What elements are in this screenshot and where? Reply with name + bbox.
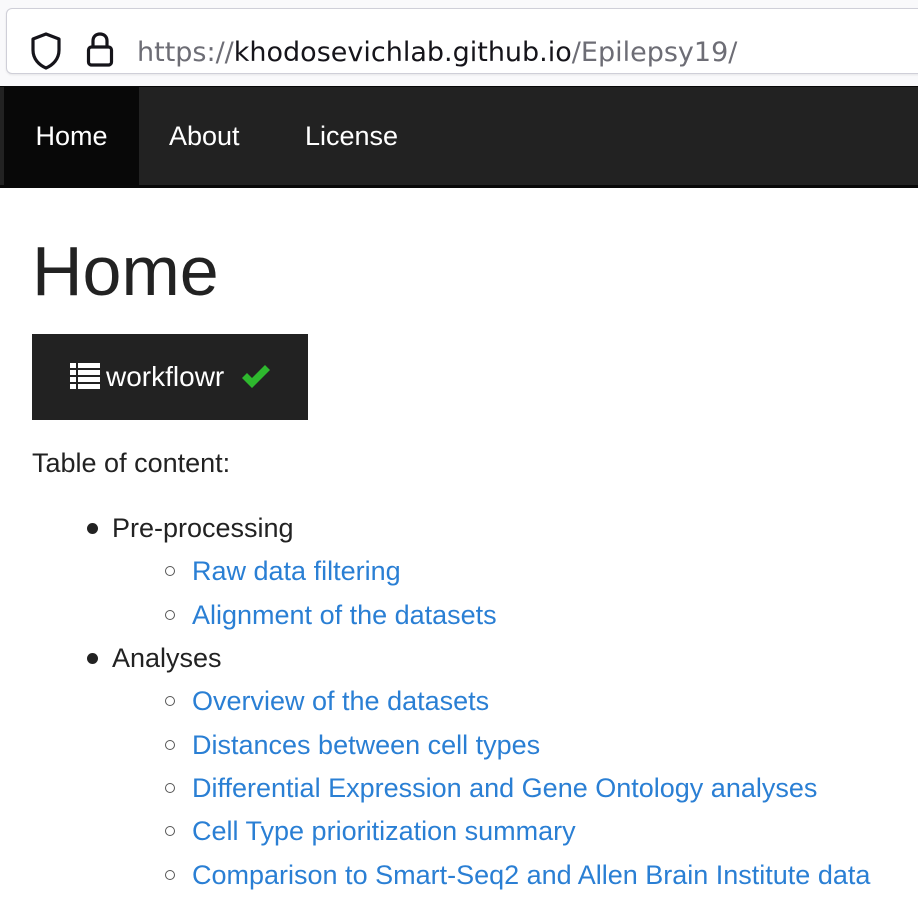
address-bar[interactable]: https://khodosevichlab.github.io/Epileps… [6, 8, 918, 74]
bullet-disc [87, 653, 98, 664]
nav-item-about[interactable]: About [169, 87, 240, 185]
url-host: khodosevichlab.github.io [233, 37, 572, 68]
workflowr-button[interactable]: workflowr [32, 334, 308, 420]
bullet-circle [165, 870, 175, 880]
browser-toolbar: https://khodosevichlab.github.io/Epileps… [0, 0, 918, 86]
url-scheme: https:// [137, 37, 234, 68]
workflowr-label: workflowr [106, 361, 225, 392]
toc-link-differential-expression[interactable]: Differential Expression and Gene Ontolog… [192, 770, 817, 806]
site-navbar: Home About License [0, 86, 918, 188]
url-path: /Epilepsy19/ [571, 37, 738, 68]
bullet-circle [165, 566, 175, 576]
shield-icon[interactable] [29, 31, 63, 71]
toc-link-overview[interactable]: Overview of the datasets [192, 683, 489, 719]
toc-link-cell-type-prioritization[interactable]: Cell Type prioritization summary [192, 813, 576, 849]
toc-section-analyses: Analyses [112, 643, 222, 673]
nav-item-home[interactable]: Home [4, 87, 139, 185]
bullet-circle [165, 826, 175, 836]
toc-link-comparison[interactable]: Comparison to Smart-Seq2 and Allen Brain… [192, 857, 870, 893]
toc-link-raw-data-filtering[interactable]: Raw data filtering [192, 553, 401, 589]
bullet-circle [165, 783, 175, 793]
toc-section-preprocessing: Pre-processing [112, 513, 294, 543]
nav-item-license[interactable]: License [305, 87, 398, 185]
list-icon [70, 363, 100, 389]
lock-icon[interactable] [85, 31, 115, 69]
checkmark-icon [242, 365, 270, 388]
bullet-circle [165, 610, 175, 620]
bullet-circle [165, 740, 175, 750]
bullet-disc [87, 523, 98, 534]
toc-link-alignment[interactable]: Alignment of the datasets [192, 597, 497, 633]
toc-heading: Table of content: [32, 448, 231, 478]
url-text[interactable]: https://khodosevichlab.github.io/Epileps… [137, 33, 737, 73]
toc-link-distances[interactable]: Distances between cell types [192, 727, 540, 763]
page-title: Home [32, 232, 219, 310]
bullet-circle [165, 696, 175, 706]
